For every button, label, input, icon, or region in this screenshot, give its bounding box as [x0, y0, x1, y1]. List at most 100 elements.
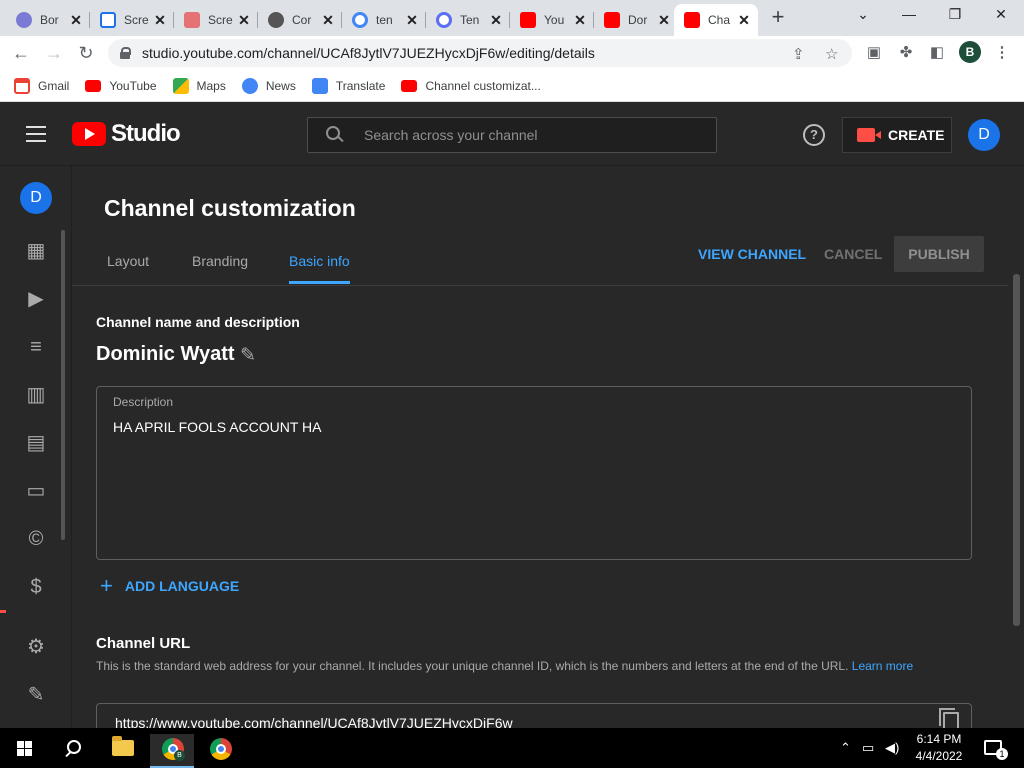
tab-basic-info[interactable]: Basic info	[289, 253, 350, 284]
bookmark-label: Channel customizat...	[425, 78, 541, 93]
youtube-logo-icon[interactable]	[72, 122, 106, 146]
studio-logo-text[interactable]: Studio	[111, 120, 181, 148]
cast-icon[interactable]: ▣	[865, 44, 883, 62]
restore-icon[interactable]: ❐	[943, 6, 967, 23]
learn-more-link[interactable]: Learn more	[852, 659, 913, 673]
tab-title: Scre	[208, 13, 233, 27]
bookmark-channel-customization[interactable]: Channel customizat...	[401, 78, 541, 93]
close-icon[interactable]: ✕	[68, 12, 84, 29]
bookmark-label: News	[265, 78, 296, 93]
browser-tab[interactable]: Cor ✕	[258, 4, 342, 36]
subtitles-icon[interactable]: ▭	[25, 480, 47, 502]
file-explorer-app[interactable]	[100, 734, 144, 768]
more-menu-icon[interactable]: ⋮	[993, 44, 1011, 62]
tab-branding[interactable]: Branding	[192, 253, 248, 281]
help-icon[interactable]: ?	[803, 124, 825, 146]
browser-tab[interactable]: Bor ✕	[6, 4, 90, 36]
minimize-icon[interactable]: —	[897, 6, 921, 22]
bookmark-news[interactable]: News	[241, 77, 296, 94]
bookmark-youtube[interactable]: YouTube	[85, 79, 157, 93]
chevron-down-icon[interactable]: ⌄	[851, 6, 875, 23]
bookmark-gmail[interactable]: Gmail	[14, 77, 69, 94]
system-clock[interactable]: 6:14 PM 4/4/2022	[900, 731, 978, 765]
chrome-profile-app[interactable]: B	[150, 734, 194, 768]
tray-chevron-icon[interactable]: ⌃	[840, 740, 851, 756]
analytics-icon[interactable]: ▥	[25, 384, 47, 406]
close-icon[interactable]: ✕	[404, 12, 420, 29]
channel-url-value[interactable]: https://www.youtube.com/channel/UCAf8Jyt…	[115, 715, 513, 728]
volume-icon[interactable]: ◀)	[885, 740, 899, 756]
close-icon[interactable]: ✕	[320, 12, 336, 29]
content-icon[interactable]: ▶	[25, 288, 47, 310]
browser-tab-strip: Bor ✕ Scre ✕ Scre ✕ Cor ✕ ten ✕ Ten ✕ Yo…	[0, 0, 1024, 36]
sidebar-scrollbar[interactable]	[61, 230, 65, 540]
side-panel-icon[interactable]: ◧	[928, 44, 946, 62]
search-input[interactable]: Search across your channel	[307, 117, 717, 153]
name-section-title: Channel name and description	[96, 314, 300, 330]
share-icon[interactable]: ⇪	[792, 45, 805, 63]
main-scrollbar[interactable]	[1013, 274, 1020, 626]
browser-tab[interactable]: You ✕	[510, 4, 594, 36]
windows-start-icon[interactable]	[17, 741, 32, 756]
taskbar-search-icon[interactable]	[64, 740, 81, 756]
copy-icon[interactable]	[939, 708, 959, 728]
new-tab-icon[interactable]: +	[766, 6, 790, 30]
account-avatar[interactable]: D	[968, 119, 1000, 151]
close-icon[interactable]: ✕	[236, 12, 252, 29]
playlists-icon[interactable]: ≡	[25, 336, 47, 358]
view-channel-button[interactable]: VIEW CHANNEL	[698, 246, 806, 262]
feedback-icon[interactable]: ✎	[25, 684, 47, 706]
tab-title: Ten	[460, 13, 480, 27]
copyright-icon[interactable]: ©	[25, 528, 47, 550]
edit-pencil-icon[interactable]: ✎	[240, 344, 260, 366]
network-icon[interactable]: ▭	[862, 740, 874, 756]
bookmark-translate[interactable]: Translate	[311, 77, 386, 94]
profile-avatar[interactable]: B	[959, 41, 981, 63]
forward-arrow-icon[interactable]: →	[42, 41, 66, 65]
tab-title: You	[544, 13, 565, 27]
comments-icon[interactable]: ▤	[25, 432, 47, 454]
back-arrow-icon[interactable]: ←	[9, 41, 33, 65]
folder-icon	[112, 736, 134, 756]
reload-icon[interactable]: ↻	[74, 41, 98, 65]
youtube-icon	[520, 12, 536, 28]
channel-url-field[interactable]: https://www.youtube.com/channel/UCAf8Jyt…	[96, 703, 972, 728]
description-field[interactable]: Description HA APRIL FOOLS ACCOUNT HA	[96, 386, 972, 560]
tab-layout[interactable]: Layout	[107, 253, 149, 281]
youtube-icon	[85, 79, 102, 92]
hamburger-menu-icon[interactable]	[26, 126, 46, 142]
description-value[interactable]: HA APRIL FOOLS ACCOUNT HA	[113, 419, 322, 435]
add-language-button[interactable]: + ADD LANGUAGE	[100, 575, 239, 597]
star-icon[interactable]: ☆	[825, 45, 838, 63]
browser-tab-active[interactable]: Cha ✕	[674, 4, 758, 36]
publish-button[interactable]: PUBLISH	[894, 236, 984, 272]
monetization-icon[interactable]: $	[25, 576, 47, 598]
google-icon	[352, 12, 368, 28]
close-icon[interactable]: ✕	[488, 12, 504, 29]
dashboard-icon[interactable]: ▦	[25, 240, 47, 262]
url-text: studio.youtube.com/channel/UCAf8JytlV7JU…	[142, 45, 595, 61]
browser-tab[interactable]: Dor ✕	[594, 4, 678, 36]
close-icon[interactable]: ✕	[152, 12, 168, 29]
sidebar-indicator	[0, 610, 6, 613]
profile-badge: B	[174, 750, 185, 761]
address-bar[interactable]: studio.youtube.com/channel/UCAf8JytlV7JU…	[108, 39, 852, 67]
close-icon[interactable]: ✕	[736, 12, 752, 29]
at-icon	[436, 12, 452, 28]
create-button[interactable]: CREATE	[842, 117, 952, 153]
browser-tab[interactable]: Scre ✕	[174, 4, 258, 36]
browser-tab[interactable]: Ten ✕	[426, 4, 510, 36]
channel-avatar[interactable]: D	[20, 182, 52, 214]
extensions-icon[interactable]: ✤	[897, 44, 915, 62]
browser-tab[interactable]: ten ✕	[342, 4, 426, 36]
window-close-icon[interactable]: ✕	[989, 6, 1013, 23]
clock-time: 6:14 PM	[916, 732, 962, 746]
close-icon[interactable]: ✕	[656, 12, 672, 29]
bookmark-label: Translate	[335, 78, 386, 93]
bookmark-maps[interactable]: Maps	[172, 77, 226, 94]
settings-gear-icon[interactable]: ⚙	[25, 636, 47, 658]
cancel-button[interactable]: CANCEL	[824, 246, 882, 262]
close-icon[interactable]: ✕	[572, 12, 588, 29]
browser-tab[interactable]: Scre ✕	[90, 4, 174, 36]
chrome-app[interactable]	[198, 734, 242, 768]
